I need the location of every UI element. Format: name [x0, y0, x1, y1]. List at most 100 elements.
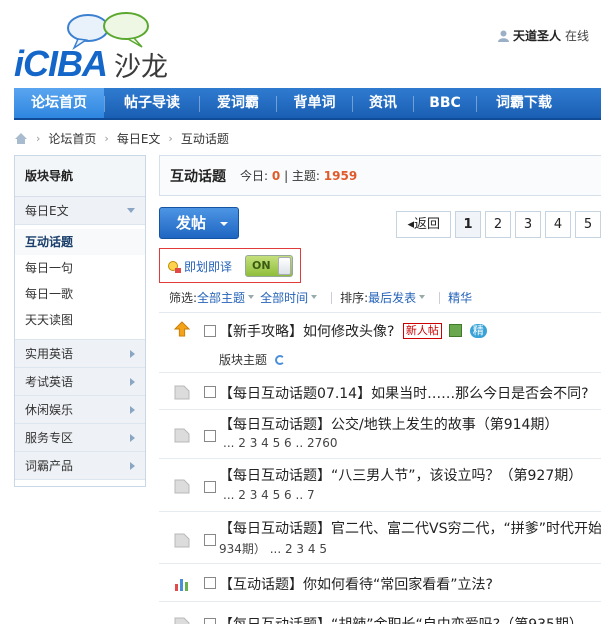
thread-title[interactable]: 【每日互动话题】官二代、富二代VS穷二代，“拼爹”时代开始了	[219, 518, 601, 538]
table-row: 【每日互动话题】公交/地铁上发生的故事（第914期） ... 2 3 4 5 6…	[159, 410, 601, 459]
instant-translate-box: 即划即译 ON	[159, 248, 301, 283]
section-topics-text: 版块主题	[219, 353, 268, 367]
breadcrumb-forum-home[interactable]: 论坛首页	[48, 130, 96, 147]
sidebar-cat-label: 实用英语	[25, 347, 74, 361]
sidebar-cat-practical-english[interactable]: 实用英语	[15, 340, 145, 368]
nav-vocabulary[interactable]: 背单词	[277, 88, 352, 118]
thread-checkbox[interactable]	[204, 325, 216, 337]
thread-title[interactable]: 【每日互动话题】“八三男人节”，该设立吗？（第927期）	[219, 465, 582, 485]
thread-checkbox[interactable]	[204, 534, 216, 546]
instant-translate-text: 即划即译	[184, 260, 233, 274]
thread-title[interactable]: 【每日互动话题】公交/地铁上发生的故事（第914期）	[219, 414, 558, 434]
thread-checkbox[interactable]	[204, 618, 216, 624]
caret-down-icon	[248, 294, 255, 299]
filter-digest[interactable]: 精华	[448, 289, 472, 306]
back-label: 返回	[413, 217, 440, 232]
sidebar-cat-products[interactable]: 词霸产品	[15, 452, 145, 480]
refresh-icon[interactable]	[274, 355, 285, 365]
nav-bbc[interactable]: BBC	[414, 88, 476, 118]
topics-value: 1959	[323, 169, 358, 183]
document-icon	[174, 479, 190, 494]
sidebar-item-daily-sentence[interactable]: 每日一句	[15, 255, 145, 281]
stat-separator: |	[284, 169, 292, 183]
nav-download[interactable]: 词霸下载	[477, 88, 571, 118]
page-5[interactable]: 5	[575, 211, 601, 238]
breadcrumb-daily-english[interactable]: 每日E文	[117, 130, 161, 147]
sidebar-cat-daily-english[interactable]: 每日E文	[15, 197, 145, 225]
breadcrumb-separator: ›	[168, 131, 173, 145]
filter-all-time[interactable]: 全部时间	[260, 289, 308, 306]
user-box: 天道圣人 在线	[497, 27, 589, 44]
thread-pages[interactable]: ... 2 3 4 5 6 .. 2760	[223, 436, 338, 450]
pagination: ◂返回 1 2 3 4 5	[396, 211, 601, 238]
breadcrumb-current: 互动话题	[180, 131, 229, 146]
thread-checkbox[interactable]	[204, 481, 216, 493]
thread-title-text: 【新手攻略】如何修改头像?	[219, 324, 395, 340]
page-3[interactable]: 3	[515, 211, 541, 238]
thread-pages[interactable]: ... 2 3 4 5 6 .. 7	[223, 488, 315, 502]
nav-news[interactable]: 资讯	[353, 88, 413, 118]
page-2[interactable]: 2	[485, 211, 511, 238]
username-link[interactable]: 天道圣人	[513, 27, 561, 44]
filter-all-topics[interactable]: 全部主题	[197, 289, 245, 306]
header: iCIBA 沙龙 天道圣人 在线	[0, 0, 601, 88]
thread-pages[interactable]: 934期） ... 2 3 4 5	[219, 540, 327, 557]
thread-title[interactable]: 【每日互动话题】“胡辣”金职长“自由恋爱吗?（第935期）	[219, 614, 583, 624]
document-icon	[174, 385, 190, 400]
main-nav: 论坛首页 帖子导读 爱词霸 背单词 资讯 BBC 词霸下载	[14, 88, 601, 120]
chevron-right-icon	[130, 406, 135, 414]
new-post-button[interactable]: 发帖	[159, 207, 239, 239]
sidebar-subitems: 互动话题 每日一句 每日一歌 天天读图	[15, 225, 145, 340]
sidebar-cat-leisure[interactable]: 休闲娱乐	[15, 396, 145, 424]
nav-iciba[interactable]: 爱词霸	[200, 88, 276, 118]
image-attachment-icon	[449, 324, 463, 337]
logo-cn-text: 沙龙	[114, 52, 168, 83]
user-icon	[497, 30, 509, 42]
back-button[interactable]: ◂返回	[396, 211, 451, 238]
breadcrumb: › 论坛首页 › 每日E文 › 互动话题	[14, 128, 229, 148]
sidebar: 版块导航 每日E文 互动话题 每日一句 每日一歌 天天读图 实用英语 考试英语 …	[14, 155, 146, 487]
home-icon[interactable]	[14, 132, 28, 145]
thread-list: 【新手攻略】如何修改头像? 新人帖 精 版块主题 【每日互动话题07.14】如果…	[159, 315, 601, 624]
sort-last-post[interactable]: 最后发表	[368, 289, 416, 306]
site-logo[interactable]: iCIBA 沙龙	[14, 12, 174, 84]
table-row: 【新手攻略】如何修改头像? 新人帖 精 版块主题	[159, 315, 601, 373]
document-icon	[174, 533, 190, 548]
thread-title[interactable]: 【互动话题】你如何看待“常回家看看”立法?	[219, 574, 493, 594]
today-value: 0	[271, 169, 281, 183]
thread-checkbox[interactable]	[204, 386, 216, 398]
nav-forum-home[interactable]: 论坛首页	[14, 88, 104, 118]
toolbar: 发帖 ◂返回 1 2 3 4 5	[159, 207, 601, 241]
thread-title[interactable]: 【新手攻略】如何修改头像? 新人帖 精	[219, 321, 487, 341]
toggle-knob	[278, 257, 291, 275]
page-1[interactable]: 1	[455, 211, 481, 238]
instant-translate-toggle[interactable]: ON	[245, 255, 293, 277]
chevron-right-icon	[130, 350, 135, 358]
user-status: 在线	[564, 29, 589, 43]
thread-checkbox[interactable]	[204, 577, 216, 589]
thread-checkbox[interactable]	[204, 430, 216, 442]
chevron-right-icon	[130, 462, 135, 470]
chevron-right-icon	[130, 378, 135, 386]
nav-post-guide[interactable]: 帖子导读	[105, 88, 199, 118]
table-row: 【每日互动话题】“胡辣”金职长“自由恋爱吗?（第935期）	[159, 602, 601, 624]
table-row: 【互动话题】你如何看待“常回家看看”立法?	[159, 564, 601, 602]
sidebar-cat-label: 服务专区	[25, 431, 74, 445]
caret-down-icon	[419, 294, 426, 299]
table-row: 【每日互动话题07.14】如果当时……那么今日是否会不同?	[159, 373, 601, 410]
sidebar-item-interactive-topics[interactable]: 互动话题	[15, 229, 145, 255]
filter-divider	[331, 291, 333, 304]
translate-icon	[168, 260, 181, 273]
thread-title[interactable]: 【每日互动话题07.14】如果当时……那么今日是否会不同?	[219, 383, 589, 403]
sidebar-title: 版块导航	[15, 156, 145, 197]
sidebar-cat-service[interactable]: 服务专区	[15, 424, 145, 452]
forum-title: 互动话题	[170, 168, 226, 185]
sidebar-item-daily-picture[interactable]: 天天读图	[15, 307, 145, 333]
sidebar-cat-exam-english[interactable]: 考试英语	[15, 368, 145, 396]
sidebar-item-daily-song[interactable]: 每日一歌	[15, 281, 145, 307]
filter-bar: 筛选: 全部主题 全部时间 排序: 最后发表 精华	[159, 283, 601, 313]
filter-label: 筛选:	[169, 291, 198, 305]
chevron-right-icon	[130, 434, 135, 442]
page-4[interactable]: 4	[545, 211, 571, 238]
forum-header: 互动话题 今日: 0 | 主题: 1959	[159, 155, 601, 196]
